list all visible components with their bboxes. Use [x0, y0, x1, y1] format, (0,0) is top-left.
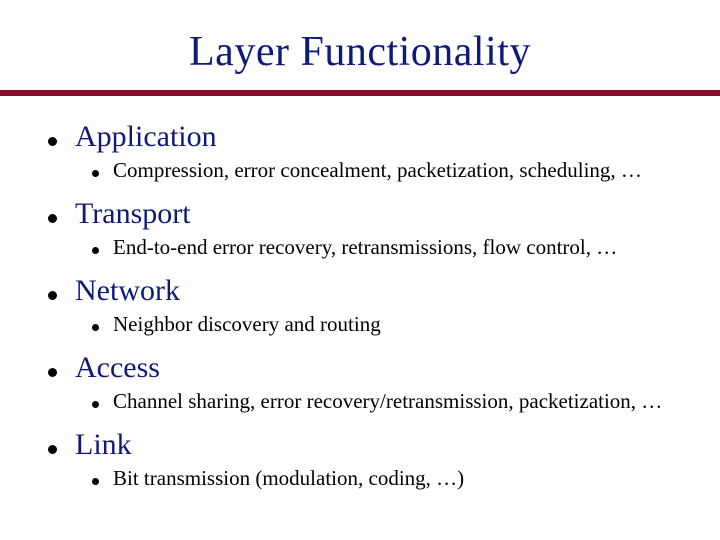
layer-name: Network — [75, 274, 180, 308]
list-item: Access — [48, 351, 680, 385]
bullet-icon — [48, 291, 57, 300]
bullet-icon — [92, 324, 99, 331]
list-item: Link — [48, 428, 680, 462]
list-subitem: End-to-end error recovery, retransmissio… — [92, 235, 680, 260]
list-item: Network — [48, 274, 680, 308]
layer-desc: Channel sharing, error recovery/retransm… — [113, 389, 662, 414]
bullet-icon — [92, 401, 99, 408]
list-item: Transport — [48, 197, 680, 231]
layer-desc: Compression, error concealment, packetiz… — [113, 158, 642, 183]
layer-name: Link — [75, 428, 132, 462]
bullet-icon — [48, 137, 57, 146]
bullet-icon — [48, 214, 57, 223]
list-subitem: Neighbor discovery and routing — [92, 312, 680, 337]
layer-name: Transport — [75, 197, 191, 231]
bullet-icon — [92, 478, 99, 485]
layer-name: Application — [75, 120, 217, 154]
bullet-icon — [92, 170, 99, 177]
list-subitem: Channel sharing, error recovery/retransm… — [92, 389, 680, 414]
bullet-icon — [92, 247, 99, 254]
layer-desc: Bit transmission (modulation, coding, …) — [113, 466, 464, 491]
layer-name: Access — [75, 351, 160, 385]
list-subitem: Bit transmission (modulation, coding, …) — [92, 466, 680, 491]
bullet-icon — [48, 368, 57, 377]
list-item: Application — [48, 120, 680, 154]
title-rule — [0, 90, 720, 96]
layer-desc: End-to-end error recovery, retransmissio… — [113, 235, 617, 260]
slide-title: Layer Functionality — [40, 28, 680, 76]
bullet-icon — [48, 445, 57, 454]
layer-desc: Neighbor discovery and routing — [113, 312, 381, 337]
list-subitem: Compression, error concealment, packetiz… — [92, 158, 680, 183]
slide: Layer Functionality Application Compress… — [0, 0, 720, 540]
content-list: Application Compression, error concealme… — [40, 120, 680, 491]
